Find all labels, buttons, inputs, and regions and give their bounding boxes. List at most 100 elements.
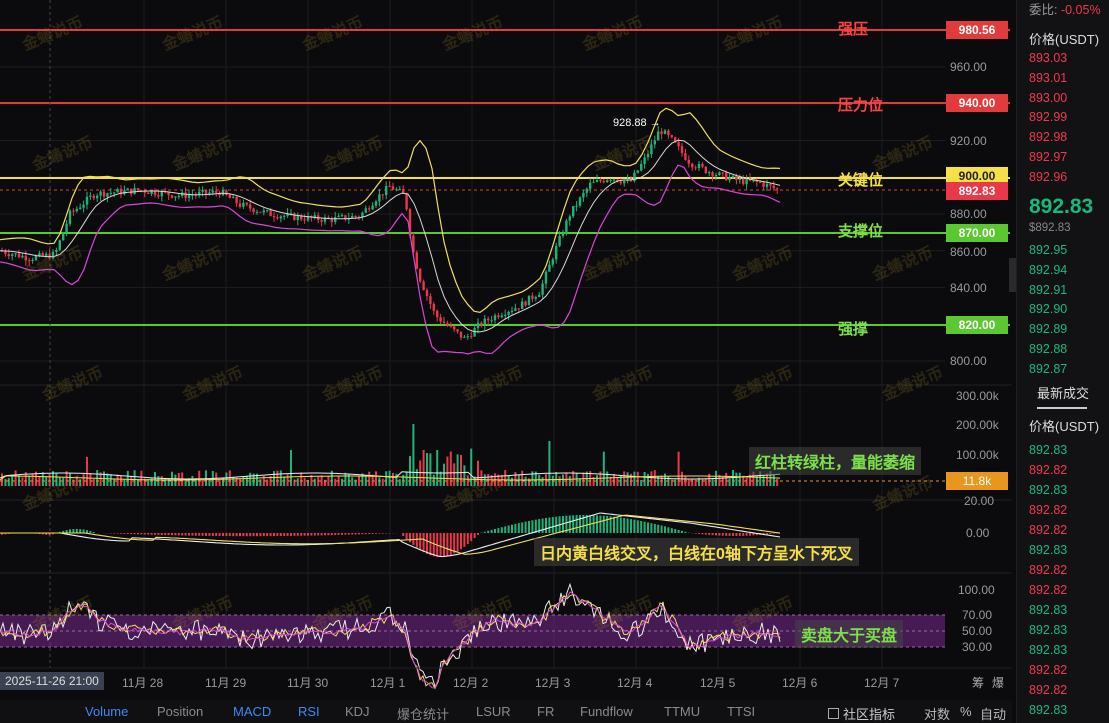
candle-body: [697, 164, 701, 169]
panel-collapse-handle[interactable]: [1009, 258, 1016, 292]
ask-price-row[interactable]: 893.03: [1029, 48, 1067, 68]
bid-price-row[interactable]: 892.90: [1029, 299, 1067, 319]
macd-histogram-bar: [303, 533, 306, 536]
strong-support-price-tag: 820.00: [946, 316, 1008, 334]
macd-histogram-bar: [415, 533, 418, 548]
macd-histogram-bar: [347, 533, 350, 535]
candle-body: [381, 194, 384, 196]
candle-body: [650, 144, 653, 155]
ask-price-row[interactable]: 892.96: [1029, 167, 1067, 187]
macd-histogram-bar: [613, 516, 615, 533]
macd-histogram-bar: [327, 533, 330, 536]
community-indicators-button[interactable]: 社区指标: [828, 704, 895, 723]
ask-price-row[interactable]: 893.01: [1029, 68, 1067, 88]
volume-bar: [446, 456, 449, 486]
macd-histogram-bar: [715, 533, 717, 536]
volume-bar: [344, 472, 347, 486]
ask-price-row[interactable]: 892.99: [1029, 107, 1067, 127]
candle-body: [415, 252, 418, 269]
rsi-tick: 100.00: [958, 583, 995, 597]
candle-body: [85, 196, 89, 205]
candle-body: [660, 131, 663, 134]
volume-bar: [347, 473, 350, 486]
macd-histogram-bar: [228, 533, 231, 537]
tab-lsur[interactable]: LSUR: [476, 704, 511, 719]
candle-body: [687, 159, 690, 164]
trade-price-row: 892.83: [1029, 703, 1068, 717]
volume-bar: [58, 477, 61, 486]
ask-price-row[interactable]: 893.00: [1029, 88, 1067, 108]
tab-rsi[interactable]: RSI: [298, 704, 320, 719]
candle-body: [436, 310, 439, 318]
bid-price-row[interactable]: 892.87: [1029, 359, 1067, 379]
auto-scale-toggle[interactable]: 自动: [980, 704, 1006, 723]
tab-volume[interactable]: Volume: [85, 704, 128, 719]
macd-histogram-bar: [521, 522, 524, 533]
macd-histogram-bar: [232, 533, 235, 537]
macd-histogram-bar: [171, 533, 173, 536]
volume-bar: [582, 472, 585, 486]
bid-price-row[interactable]: 892.88: [1029, 339, 1067, 359]
chart-area[interactable]: 强压 980.56 压力位 940.00 关键位 900.00 892.83 支…: [0, 0, 1012, 700]
macd-histogram-bar: [167, 533, 170, 536]
strong-resistance-label: 强压: [838, 21, 869, 38]
tab-ttsi[interactable]: TTSI: [727, 704, 755, 719]
candle-body: [7, 253, 10, 257]
macd-histogram-bar: [351, 533, 354, 535]
macd-histogram-bar: [307, 533, 309, 536]
tab-kdj[interactable]: KDJ: [345, 704, 370, 719]
tab-macd[interactable]: MACD: [233, 704, 271, 719]
macd-histogram-bar: [143, 533, 146, 535]
candle-body: [497, 315, 500, 318]
percent-scale-toggle[interactable]: %: [960, 704, 972, 719]
macd-histogram-bar: [419, 533, 422, 551]
candle-body: [259, 211, 262, 213]
resistance-label: 压力位: [838, 97, 884, 114]
candle-body: [551, 259, 554, 265]
price-tick: 960.00: [950, 60, 987, 74]
volume-bar: [368, 471, 371, 486]
candle-body: [31, 260, 34, 262]
candle-body: [718, 172, 721, 175]
ask-price-row[interactable]: 892.97: [1029, 147, 1067, 167]
trade-price-row: 892.83: [1029, 643, 1068, 657]
trade-price-row: 892.82: [1029, 583, 1068, 597]
volume-bar: [511, 477, 513, 486]
candle-body: [776, 188, 779, 190]
bid-price-row[interactable]: 892.91: [1029, 280, 1067, 300]
candle-body: [113, 192, 116, 194]
tab-fr[interactable]: FR: [537, 704, 554, 719]
candle-body: [102, 191, 106, 197]
candle-body: [439, 317, 442, 322]
rsi-tick: 30.00: [962, 640, 993, 654]
macd-histogram-bar: [154, 533, 156, 535]
candle-body: [245, 202, 248, 205]
volume-bar: [636, 471, 639, 486]
bid-price-row[interactable]: 892.94: [1029, 260, 1067, 280]
candle-body: [470, 336, 473, 338]
tab-ttmu[interactable]: TTMU: [664, 704, 700, 719]
bid-price-row[interactable]: 892.89: [1029, 319, 1067, 339]
tab-liquidation-stats[interactable]: 爆仓统计: [397, 704, 449, 723]
candle-body: [215, 190, 218, 193]
tab-fundflow[interactable]: Fundflow: [580, 704, 633, 719]
bid-price-row[interactable]: 892.95: [1029, 240, 1067, 260]
macd-histogram-bar: [575, 515, 578, 533]
candle-body: [235, 197, 238, 204]
key-level-label: 关键位: [838, 172, 884, 189]
tab-position[interactable]: Position: [157, 704, 203, 719]
candle-body: [527, 295, 531, 306]
volume-bar: [140, 470, 143, 486]
candle-body: [17, 253, 21, 258]
candle-body: [585, 188, 588, 193]
ask-price-row[interactable]: 892.98: [1029, 127, 1067, 147]
liquidation-button[interactable]: 爆: [992, 674, 1004, 691]
volume-bar: [14, 470, 17, 486]
macd-histogram-bar: [157, 533, 160, 535]
candle-body: [548, 264, 551, 272]
log-scale-toggle[interactable]: 对数: [924, 704, 950, 723]
volume-bar: [419, 460, 422, 486]
macd-histogram-bar: [728, 533, 731, 536]
chip-distribution-button[interactable]: 筹: [972, 674, 984, 691]
candle-body: [721, 172, 724, 174]
